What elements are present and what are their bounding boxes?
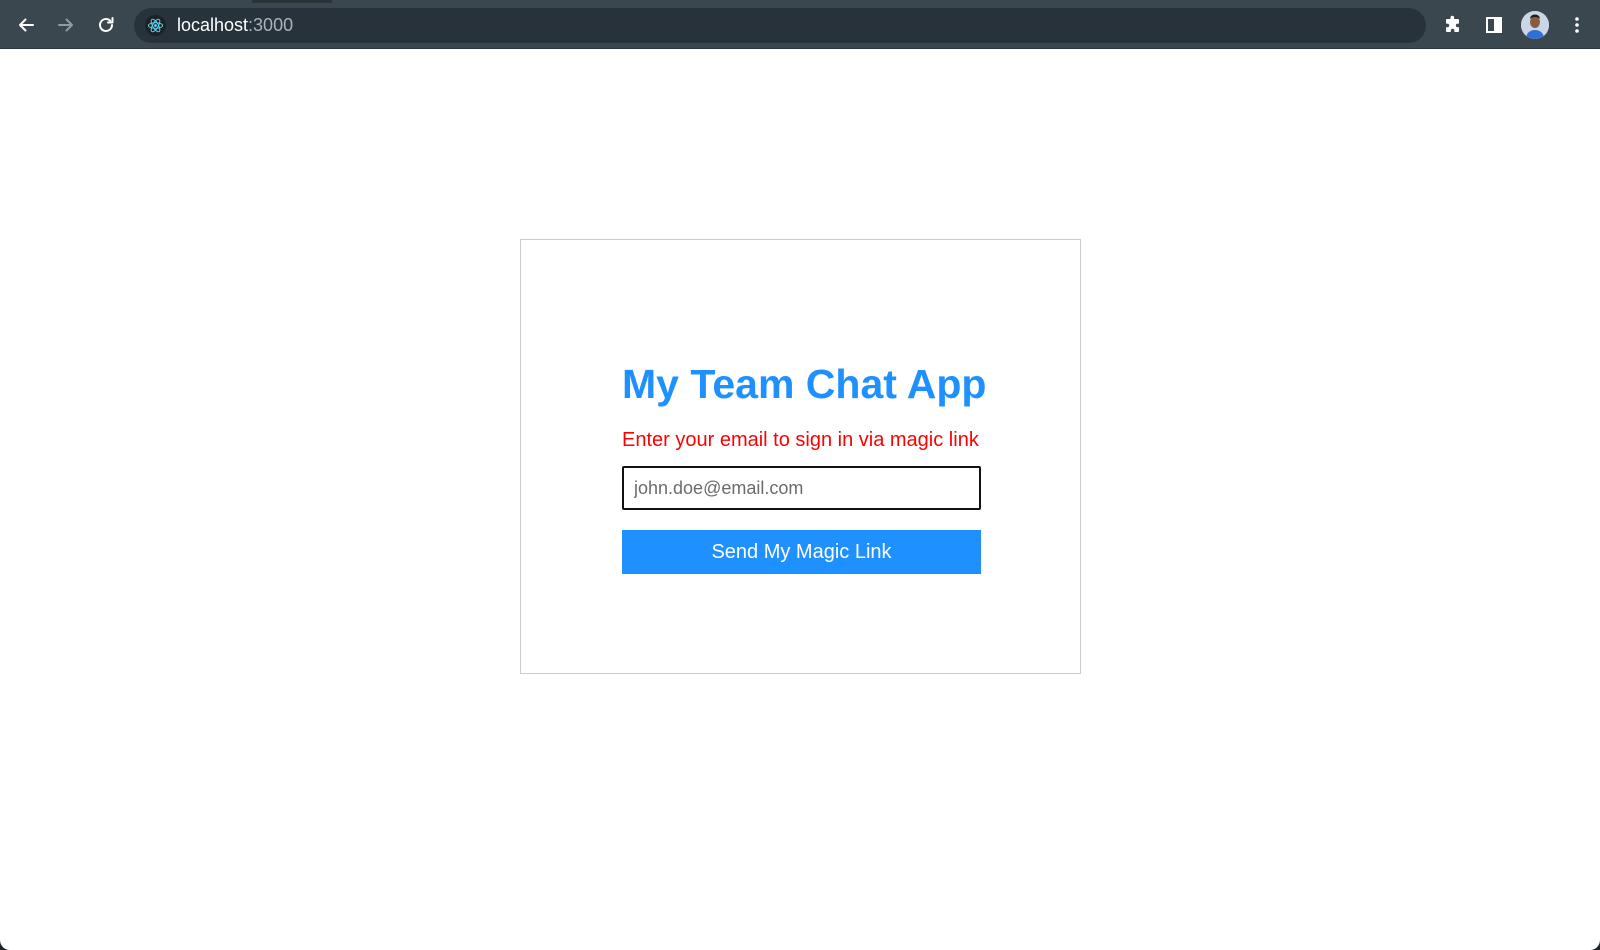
url-host: localhost (177, 15, 249, 35)
tab-active[interactable] (0, 0, 252, 3)
reload-icon (99, 17, 114, 32)
tab-strip-background (332, 0, 1600, 3)
back-button[interactable] (10, 9, 42, 41)
extensions-button[interactable] (1437, 9, 1469, 41)
side-panel-icon (1486, 17, 1502, 33)
puzzle-piece-icon (1446, 15, 1459, 32)
reload-button[interactable] (90, 9, 122, 41)
arrow-left-icon (19, 18, 34, 32)
sign-in-card: My Team Chat App Enter your email to sig… (520, 239, 1081, 674)
send-magic-link-button[interactable]: Send My Magic Link (622, 530, 981, 574)
tab-strip (0, 0, 1600, 3)
more-vertical-icon (1575, 17, 1579, 33)
address-bar[interactable]: localhost:3000 (134, 8, 1426, 43)
side-panel-button[interactable] (1478, 9, 1510, 41)
page-title: My Team Chat App (622, 361, 987, 407)
browser-window: localhost:3000 My Team Chat App Enter yo… (0, 0, 1600, 950)
browser-toolbar: localhost:3000 (0, 0, 1600, 49)
user-avatar-icon (1521, 11, 1549, 39)
arrow-right-icon (58, 18, 73, 32)
url-text[interactable]: localhost:3000 (177, 16, 293, 35)
browser-menu-button[interactable] (1561, 9, 1593, 41)
url-port: :3000 (248, 15, 294, 35)
forward-button[interactable] (50, 9, 82, 41)
react-logo-icon (145, 15, 166, 36)
sign-in-instructions: Enter your email to sign in via magic li… (622, 429, 979, 451)
email-input[interactable] (622, 466, 981, 510)
profile-avatar[interactable] (1521, 11, 1549, 39)
